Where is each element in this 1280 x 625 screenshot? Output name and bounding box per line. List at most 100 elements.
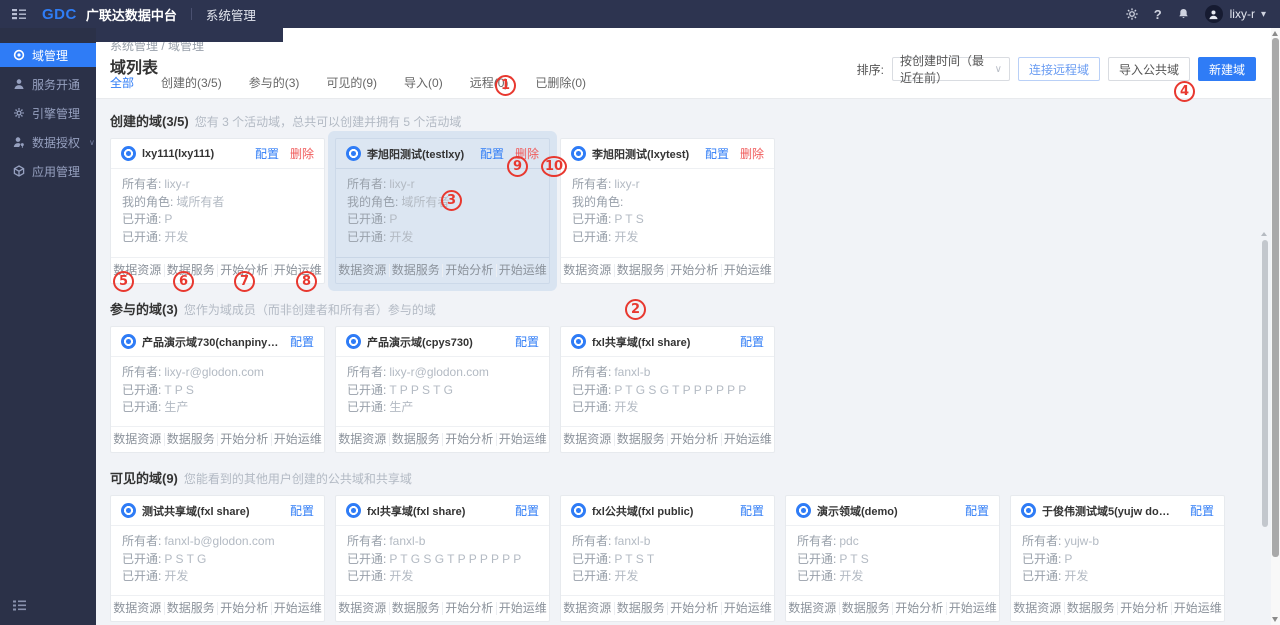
configure-link[interactable]: 配置 [965,502,989,519]
domain-card[interactable]: fxl公共域(fxl public)配置所有者:fanxl-b已开通:P T S… [560,495,775,622]
card-footer-action[interactable]: 数据服务 [839,602,893,615]
domain-icon [571,334,586,349]
card-footer-action[interactable]: 开始运维 [946,602,1000,615]
card-footer-action[interactable]: 开始分析 [442,264,496,277]
card-footer-action[interactable]: 开始运维 [721,264,775,277]
sidebar-collapse-icon[interactable] [13,598,26,616]
configure-link[interactable]: 配置 [515,333,539,350]
tab-4[interactable]: 可见的(9) [326,74,377,91]
card-footer-action[interactable]: 数据资源 [1011,602,1064,615]
main-content: 系统管理 / 域管理 域列表 全部创建的(3/5)参与的(3)可见的(9)导入(… [96,28,1280,625]
card-footer-action[interactable]: 数据资源 [111,602,164,615]
delete-link[interactable]: 删除 [740,145,764,162]
card-footer-action[interactable]: 数据资源 [786,602,839,615]
import-public-domain-button[interactable]: 导入公共域 [1108,57,1190,81]
card-footer-action[interactable]: 数据资源 [111,433,164,446]
card-footer-action[interactable]: 数据服务 [614,264,668,277]
card-footer-action[interactable]: 数据服务 [614,602,668,615]
configure-link[interactable]: 配置 [740,502,764,519]
configure-link[interactable]: 配置 [480,145,504,162]
card-footer-action[interactable]: 数据服务 [389,602,443,615]
card-footer-action[interactable]: 数据服务 [164,602,218,615]
card-footer-action[interactable]: 开始分析 [217,433,271,446]
tab-2[interactable]: 创建的(3/5) [161,74,222,91]
card-footer-action[interactable]: 数据服务 [1064,602,1118,615]
sidebar-item-domain-management[interactable]: 域管理 [0,43,96,67]
field-label: 所有者: [347,365,386,379]
new-domain-button[interactable]: 新建域 [1198,57,1256,81]
domain-card[interactable]: fxl共享域(fxl share)配置所有者:fanxl-b已开通:P T G … [560,326,775,453]
domain-card[interactable]: fxl共享域(fxl share)配置所有者:fanxl-b已开通:P T G … [335,495,550,622]
card-footer-action[interactable]: 开始运维 [271,433,325,446]
content-scrollbar[interactable] [1262,240,1268,527]
card-footer-action[interactable]: 开始运维 [496,433,550,446]
configure-link[interactable]: 配置 [515,502,539,519]
card-footer-action[interactable]: 数据资源 [561,433,614,446]
card-footer-action[interactable]: 数据服务 [389,264,443,277]
card-footer-action[interactable]: 数据服务 [614,433,668,446]
card-footer-action[interactable]: 开始分析 [442,433,496,446]
content-scrollbar-up-arrow[interactable] [1261,232,1267,236]
card-footer-action[interactable]: 开始运维 [721,433,775,446]
card-footer-action[interactable]: 数据资源 [561,602,614,615]
sidebar-item-data-authorization[interactable]: 数据授权 ∨ [0,130,96,154]
domain-card[interactable]: 测试共享域(fxl share)配置所有者:fanxl-b@glodon.com… [110,495,325,622]
configure-link[interactable]: 配置 [1190,502,1214,519]
nav-menu-system[interactable]: 系统管理 [206,5,256,24]
notifications-bell-icon[interactable] [1177,7,1190,21]
user-avatar[interactable] [1205,5,1223,23]
card-field: 已开通:开发 [122,568,313,586]
scrollbar-up-arrow[interactable] [1272,31,1278,36]
help-icon[interactable]: ? [1154,7,1162,22]
card-footer-action[interactable]: 开始运维 [271,602,325,615]
sidebar-item-engine-management[interactable]: 引擎管理 [0,101,96,125]
domain-card[interactable]: 产品演示域(cpys730)配置所有者:lixy-r@glodon.com已开通… [335,326,550,453]
card-footer-action[interactable]: 数据服务 [389,433,443,446]
card-footer-action[interactable]: 开始运维 [496,264,550,277]
card-footer-action[interactable]: 数据资源 [336,264,389,277]
tab-5[interactable]: 导入(0) [404,74,443,91]
configure-link[interactable]: 配置 [740,333,764,350]
section-header: 可见的域(9)您能看到的其他用户创建的公共域和共享域 [110,468,1266,487]
apps-menu-icon[interactable] [12,8,26,20]
card-footer-action[interactable]: 数据资源 [561,264,614,277]
user-caret-icon[interactable]: ▾ [1261,9,1266,20]
tab-1[interactable]: 全部 [110,74,134,91]
page-scrollbar-thumb[interactable] [1272,38,1279,557]
card-footer-action[interactable]: 开始分析 [667,264,721,277]
domain-card[interactable]: 演示领域(demo)配置所有者:pdc已开通:P T S已开通:开发数据资源数据… [785,495,1000,622]
settings-gear-icon[interactable] [1125,7,1139,21]
configure-link[interactable]: 配置 [290,502,314,519]
configure-link[interactable]: 配置 [290,333,314,350]
card-footer-action[interactable]: 开始分析 [667,433,721,446]
card-footer-action[interactable]: 开始分析 [667,602,721,615]
page-scrollbar[interactable] [1271,28,1280,625]
domain-card[interactable]: 产品演示域730(chanpinyanshi)配置所有者:lixy-r@glod… [110,326,325,453]
domain-card[interactable]: 于俊伟测试域5(yujw domain test5)配置所有者:yujw-b已开… [1010,495,1225,622]
sidebar-item-app-management[interactable]: 应用管理 [0,159,96,183]
card-footer-action[interactable]: 开始分析 [1117,602,1171,615]
card-footer-action[interactable]: 开始运维 [721,602,775,615]
domain-card[interactable]: 李旭阳测试(lxytest)配置删除所有者:lixy-r我的角色:已开通:P T… [560,138,775,284]
card-footer-action[interactable]: 开始运维 [496,602,550,615]
delete-link[interactable]: 删除 [290,145,314,162]
tab-7[interactable]: 已删除(0) [535,74,586,91]
card-footer-action[interactable]: 开始分析 [892,602,946,615]
tab-3[interactable]: 参与的(3) [249,74,300,91]
scrollbar-down-arrow[interactable] [1272,617,1278,622]
card-footer-action[interactable]: 数据资源 [336,602,389,615]
configure-link[interactable]: 配置 [705,145,729,162]
sort-select[interactable]: 按创建时间（最近在前） ∨ [892,57,1010,81]
annotation-circle-1: 1 [495,75,516,96]
card-footer-action[interactable]: 开始分析 [217,602,271,615]
card-footer-action[interactable]: 开始运维 [1171,602,1225,615]
card-footer-action[interactable]: 数据资源 [336,433,389,446]
sidebar-item-service-activation[interactable]: 服务开通 [0,72,96,96]
card-footer-action[interactable]: 数据服务 [164,433,218,446]
user-name[interactable]: lixy-r [1230,7,1255,21]
card-footer-action[interactable]: 开始分析 [442,602,496,615]
field-value: P T G S G T P P P P P P [614,383,746,397]
domain-card[interactable]: lxy111(lxy111)配置删除所有者:lixy-r我的角色:域所有者已开通… [110,138,325,284]
connect-remote-domain-button[interactable]: 连接远程域 [1018,57,1100,81]
configure-link[interactable]: 配置 [255,145,279,162]
